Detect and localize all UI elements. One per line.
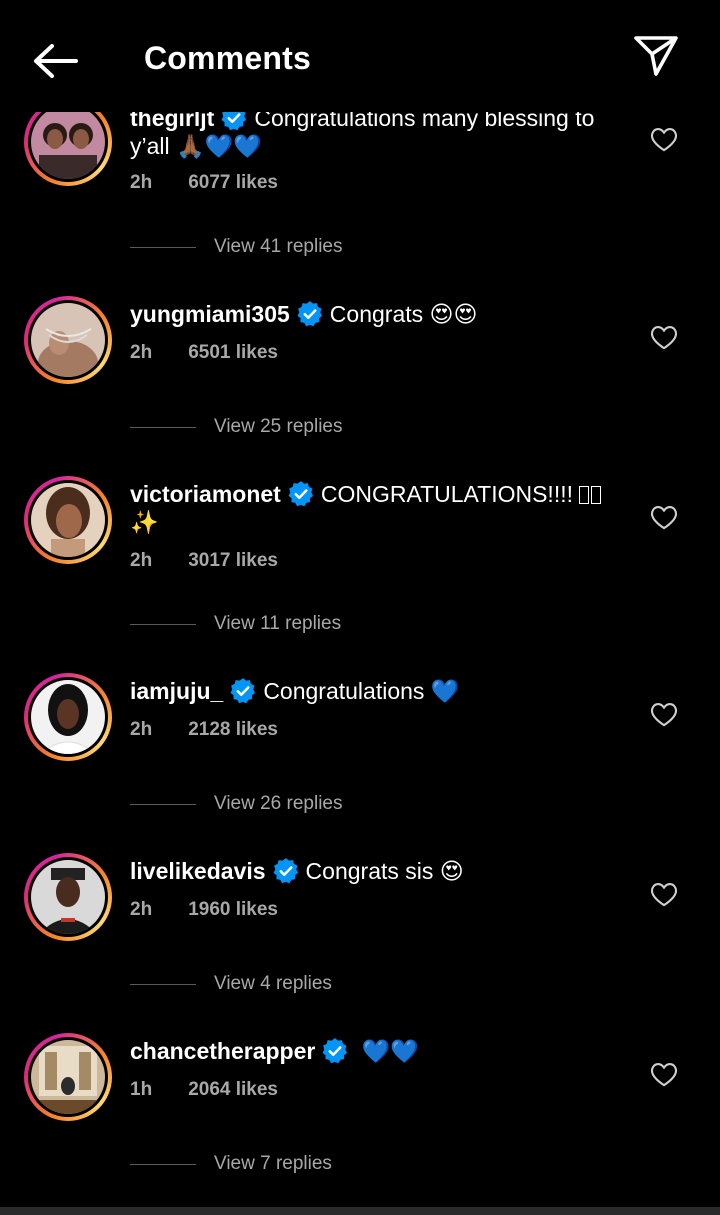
verified-badge-icon <box>273 858 298 884</box>
view-replies-label[interactable]: View 26 replies <box>214 793 343 815</box>
heart-icon[interactable] <box>650 1061 678 1087</box>
comment-line-1: victoriamonet CONGRATULATIONS!!!! <box>130 480 602 508</box>
avatar <box>31 860 105 934</box>
comment-text-continued: y’all 🙏🏾💙💙 <box>130 133 262 159</box>
comment-username[interactable]: yungmiami305 <box>130 301 290 327</box>
comment-likes[interactable]: 2128 likes <box>188 719 278 740</box>
avatar <box>31 680 105 754</box>
heart-icon[interactable] <box>650 504 678 530</box>
comment-username[interactable]: victoriamonet <box>130 481 281 507</box>
comment-meta: 2h 1960 likes <box>130 899 278 921</box>
comment-time: 2h <box>130 342 153 363</box>
comment-line-1: chancetherapper 💙💙 <box>130 1037 419 1065</box>
avatar-ring[interactable] <box>24 853 112 941</box>
verified-badge-icon <box>230 678 256 704</box>
divider-line <box>130 246 196 248</box>
comment-likes[interactable]: 2064 likes <box>188 1079 278 1100</box>
avatar <box>31 105 105 179</box>
comment-likes[interactable]: 6501 likes <box>188 342 278 363</box>
divider-line <box>130 426 196 428</box>
comment-time: 2h <box>130 172 153 193</box>
heart-icon[interactable] <box>650 324 678 350</box>
view-replies-label[interactable]: View 11 replies <box>214 613 341 635</box>
comment-time: 2h <box>130 550 153 571</box>
comment-time: 2h <box>130 899 153 920</box>
view-replies-button[interactable]: View 7 replies <box>130 1153 332 1175</box>
comment-text: Congrats 😍😍 <box>329 301 478 327</box>
bottom-edge-bar <box>0 1207 720 1215</box>
comments-list: thegirljt Congratulations many blessing t… <box>0 0 720 1215</box>
comment-item: yungmiami305 Congrats 😍😍 2h 6501 likes Vie… <box>0 296 720 476</box>
comment-meta: 2h 2128 likes <box>130 719 278 741</box>
divider-line <box>130 623 196 625</box>
avatar <box>31 1040 105 1114</box>
view-replies-button[interactable]: View 4 replies <box>130 973 332 995</box>
comment-time: 1h <box>130 1079 153 1100</box>
verified-badge-icon <box>288 481 313 507</box>
comment-line-2: y’all 🙏🏾💙💙 <box>130 132 262 160</box>
comment-text-continued: ✨ <box>130 510 159 536</box>
comment-item: livelikedavis Congrats sis 😍 2h 1960 likes… <box>0 853 720 1033</box>
missing-glyph-icon <box>591 486 602 504</box>
view-replies-button[interactable]: View 11 replies <box>130 613 341 635</box>
back-arrow-icon[interactable] <box>28 38 84 84</box>
top-app-bar: Comments <box>0 0 720 112</box>
avatar-ring[interactable] <box>24 673 112 761</box>
comment-line-2: ✨ <box>130 508 159 537</box>
comment-likes[interactable]: 1960 likes <box>188 899 278 920</box>
comment-username[interactable]: chancetherapper <box>130 1038 315 1064</box>
comment-time: 2h <box>130 719 153 740</box>
divider-line <box>130 983 196 985</box>
send-direct-icon[interactable] <box>630 32 682 80</box>
verified-badge-icon <box>322 1038 348 1064</box>
comment-meta: 2h 6501 likes <box>130 342 278 364</box>
view-replies-label[interactable]: View 4 replies <box>214 973 332 995</box>
divider-line <box>130 1163 196 1165</box>
view-replies-button[interactable]: View 25 replies <box>130 416 343 438</box>
avatar-ring[interactable] <box>24 1033 112 1121</box>
comment-item: iamjuju_ Congratulations 💙 2h 2128 likes V… <box>0 673 720 853</box>
comment-meta: 2h 6077 likes <box>130 172 278 194</box>
avatar <box>31 303 105 377</box>
comment-likes[interactable]: 3017 likes <box>188 550 278 571</box>
comment-likes[interactable]: 6077 likes <box>188 172 278 193</box>
comment-meta: 2h 3017 likes <box>130 550 278 572</box>
view-replies-label[interactable]: View 7 replies <box>214 1153 332 1175</box>
verified-badge-icon <box>297 301 322 327</box>
missing-glyph-icon <box>579 486 590 504</box>
heart-icon[interactable] <box>650 701 678 727</box>
comment-text: Congrats sis 😍 <box>305 858 464 884</box>
comment-item: chancetherapper 💙💙 1h 2064 likes View 7 r… <box>0 1033 720 1213</box>
avatar-ring[interactable] <box>24 476 112 564</box>
comment-line-1: livelikedavis Congrats sis 😍 <box>130 857 464 885</box>
heart-icon[interactable] <box>650 881 678 907</box>
comment-username[interactable]: iamjuju_ <box>130 678 223 704</box>
divider-line <box>130 803 196 805</box>
view-replies-label[interactable]: View 25 replies <box>214 416 343 438</box>
comment-meta: 1h 2064 likes <box>130 1079 278 1101</box>
comment-line-1: yungmiami305 Congrats 😍😍 <box>130 300 477 328</box>
avatar-ring[interactable] <box>24 296 112 384</box>
view-replies-button[interactable]: View 26 replies <box>130 793 343 815</box>
comment-text: Congratulations 💙 <box>263 678 460 704</box>
avatar <box>31 483 105 557</box>
comment-item: thegirljt Congratulations many blessing t… <box>0 98 720 278</box>
comment-line-1: iamjuju_ Congratulations 💙 <box>130 677 459 705</box>
heart-icon[interactable] <box>650 126 678 152</box>
comment-text: CONGRATULATIONS!!!! <box>320 481 580 507</box>
comment-username[interactable]: livelikedavis <box>130 858 266 884</box>
comment-text: 💙💙 <box>355 1038 420 1064</box>
view-replies-button[interactable]: View 41 replies <box>130 236 343 258</box>
view-replies-label[interactable]: View 41 replies <box>214 236 343 258</box>
comment-item: victoriamonet CONGRATULATIONS!!!! ✨ 2h 301… <box>0 476 720 656</box>
page-title: Comments <box>144 40 311 76</box>
